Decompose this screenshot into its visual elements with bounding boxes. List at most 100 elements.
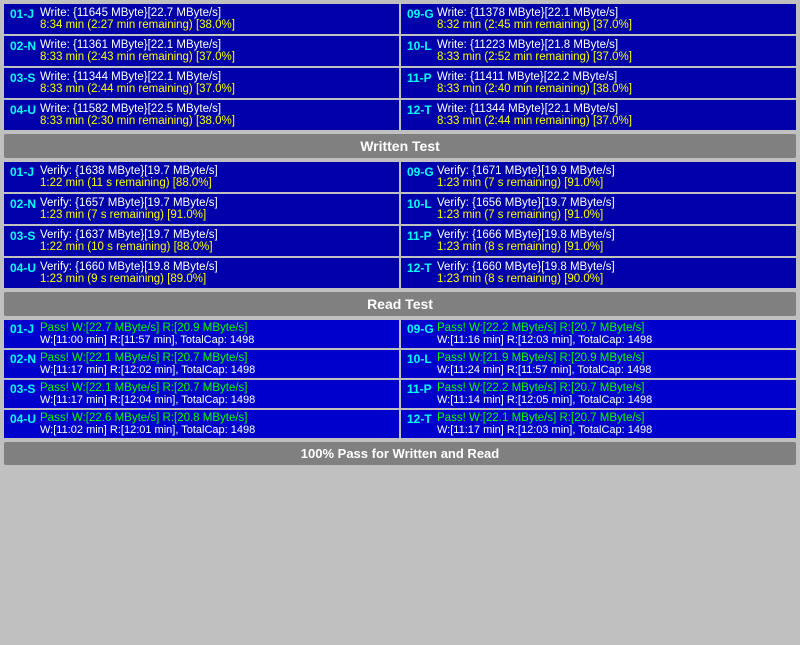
pass-line1-03S: Pass! W:[22.1 MByte/s] R:[20.7 MByte/s]	[40, 382, 393, 394]
write-section: 01-J Write: {11645 MByte}[22.7 MByte/s] …	[4, 4, 796, 130]
verify-id-11P: 11-P	[407, 229, 437, 243]
write-line2-09G: 8:32 min (2:45 min remaining) [37.0%]	[437, 19, 790, 31]
verify-line2-03S: 1:22 min (10 s remaining) [88.0%]	[40, 241, 393, 253]
cell-id-10L: 10-L	[407, 39, 437, 53]
write-line1-03S: Write: {11344 MByte}[22.1 MByte/s]	[40, 71, 393, 83]
footer-status: 100% Pass for Written and Read	[4, 442, 796, 465]
pass-line1-04U: Pass! W:[22.6 MByte/s] R:[20.8 MByte/s]	[40, 412, 393, 424]
verify-line1-03S: Verify: {1637 MByte}[19.7 MByte/s]	[40, 229, 393, 241]
pass-id-02N: 02-N	[10, 352, 40, 366]
verify-cell-12T: 12-T Verify: {1660 MByte}[19.8 MByte/s] …	[401, 258, 796, 288]
main-container: 01-J Write: {11645 MByte}[22.7 MByte/s] …	[0, 0, 800, 469]
pass-line2-12T: W:[11:17 min] R:[12:03 min], TotalCap: 1…	[437, 424, 790, 436]
pass-line2-10L: W:[11:24 min] R:[11:57 min], TotalCap: 1…	[437, 364, 790, 376]
write-line2-12T: 8:33 min (2:44 min remaining) [37.0%]	[437, 115, 790, 127]
pass-line2-11P: W:[11:14 min] R:[12:05 min], TotalCap: 1…	[437, 394, 790, 406]
write-line1-10L: Write: {11223 MByte}[21.8 MByte/s]	[437, 39, 790, 51]
verify-section: 01-J Verify: {1638 MByte}[19.7 MByte/s] …	[4, 162, 796, 288]
pass-line1-01J: Pass! W:[22.7 MByte/s] R:[20.9 MByte/s]	[40, 322, 393, 334]
verify-id-02N: 02-N	[10, 197, 40, 211]
pass-line2-02N: W:[11:17 min] R:[12:02 min], TotalCap: 1…	[40, 364, 393, 376]
pass-cell-03S: 03-S Pass! W:[22.1 MByte/s] R:[20.7 MByt…	[4, 380, 399, 408]
read-test-header: Read Test	[4, 292, 796, 316]
pass-line2-03S: W:[11:17 min] R:[12:04 min], TotalCap: 1…	[40, 394, 393, 406]
write-line1-04U: Write: {11582 MByte}[22.5 MByte/s]	[40, 103, 393, 115]
pass-line2-04U: W:[11:02 min] R:[12:01 min], TotalCap: 1…	[40, 424, 393, 436]
cell-id-03S: 03-S	[10, 71, 40, 85]
write-line2-04U: 8:33 min (2:30 min remaining) [38.0%]	[40, 115, 393, 127]
pass-line1-10L: Pass! W:[21.9 MByte/s] R:[20.9 MByte/s]	[437, 352, 790, 364]
pass-line1-09G: Pass! W:[22.2 MByte/s] R:[20.7 MByte/s]	[437, 322, 790, 334]
verify-line2-02N: 1:23 min (7 s remaining) [91.0%]	[40, 209, 393, 221]
write-line2-11P: 8:33 min (2:40 min remaining) [38.0%]	[437, 83, 790, 95]
pass-cell-01J: 01-J Pass! W:[22.7 MByte/s] R:[20.9 MByt…	[4, 320, 399, 348]
verify-cell-10L: 10-L Verify: {1656 MByte}[19.7 MByte/s] …	[401, 194, 796, 224]
pass-id-11P: 11-P	[407, 382, 437, 396]
write-cell-03S: 03-S Write: {11344 MByte}[22.1 MByte/s] …	[4, 68, 399, 98]
cell-id-11P: 11-P	[407, 71, 437, 85]
verify-line1-11P: Verify: {1666 MByte}[19.8 MByte/s]	[437, 229, 790, 241]
write-cell-10L: 10-L Write: {11223 MByte}[21.8 MByte/s] …	[401, 36, 796, 66]
write-line1-01J: Write: {11645 MByte}[22.7 MByte/s]	[40, 7, 393, 19]
verify-line1-04U: Verify: {1660 MByte}[19.8 MByte/s]	[40, 261, 393, 273]
pass-line1-12T: Pass! W:[22.1 MByte/s] R:[20.7 MByte/s]	[437, 412, 790, 424]
write-line2-10L: 8:33 min (2:52 min remaining) [37.0%]	[437, 51, 790, 63]
write-cell-01J: 01-J Write: {11645 MByte}[22.7 MByte/s] …	[4, 4, 399, 34]
read-section: 01-J Pass! W:[22.7 MByte/s] R:[20.9 MByt…	[4, 320, 796, 438]
pass-id-12T: 12-T	[407, 412, 437, 426]
verify-cell-09G: 09-G Verify: {1671 MByte}[19.9 MByte/s] …	[401, 162, 796, 192]
cell-id-09G: 09-G	[407, 7, 437, 21]
write-cell-04U: 04-U Write: {11582 MByte}[22.5 MByte/s] …	[4, 100, 399, 130]
pass-id-01J: 01-J	[10, 322, 40, 336]
verify-id-10L: 10-L	[407, 197, 437, 211]
cell-id-12T: 12-T	[407, 103, 437, 117]
pass-cell-04U: 04-U Pass! W:[22.6 MByte/s] R:[20.8 MByt…	[4, 410, 399, 438]
cell-id-01J: 01-J	[10, 7, 40, 21]
pass-line1-11P: Pass! W:[22.2 MByte/s] R:[20.7 MByte/s]	[437, 382, 790, 394]
verify-line1-10L: Verify: {1656 MByte}[19.7 MByte/s]	[437, 197, 790, 209]
pass-cell-10L: 10-L Pass! W:[21.9 MByte/s] R:[20.9 MByt…	[401, 350, 796, 378]
verify-line2-01J: 1:22 min (11 s remaining) [88.0%]	[40, 177, 393, 189]
verify-cell-04U: 04-U Verify: {1660 MByte}[19.8 MByte/s] …	[4, 258, 399, 288]
write-line1-11P: Write: {11411 MByte}[22.2 MByte/s]	[437, 71, 790, 83]
pass-cell-11P: 11-P Pass! W:[22.2 MByte/s] R:[20.7 MByt…	[401, 380, 796, 408]
write-cell-12T: 12-T Write: {11344 MByte}[22.1 MByte/s] …	[401, 100, 796, 130]
cell-id-02N: 02-N	[10, 39, 40, 53]
write-line2-03S: 8:33 min (2:44 min remaining) [37.0%]	[40, 83, 393, 95]
verify-line2-09G: 1:23 min (7 s remaining) [91.0%]	[437, 177, 790, 189]
write-line2-01J: 8:34 min (2:27 min remaining) [38.0%]	[40, 19, 393, 31]
write-line1-09G: Write: {11378 MByte}[22.1 MByte/s]	[437, 7, 790, 19]
write-cell-11P: 11-P Write: {11411 MByte}[22.2 MByte/s] …	[401, 68, 796, 98]
verify-line2-10L: 1:23 min (7 s remaining) [91.0%]	[437, 209, 790, 221]
pass-line2-09G: W:[11:16 min] R:[12:03 min], TotalCap: 1…	[437, 334, 790, 346]
verify-line2-12T: 1:23 min (8 s remaining) [90.0%]	[437, 273, 790, 285]
verify-cell-03S: 03-S Verify: {1637 MByte}[19.7 MByte/s] …	[4, 226, 399, 256]
write-cell-02N: 02-N Write: {11361 MByte}[22.1 MByte/s] …	[4, 36, 399, 66]
verify-line1-09G: Verify: {1671 MByte}[19.9 MByte/s]	[437, 165, 790, 177]
write-line1-02N: Write: {11361 MByte}[22.1 MByte/s]	[40, 39, 393, 51]
verify-line1-01J: Verify: {1638 MByte}[19.7 MByte/s]	[40, 165, 393, 177]
write-line2-02N: 8:33 min (2:43 min remaining) [37.0%]	[40, 51, 393, 63]
pass-id-09G: 09-G	[407, 322, 437, 336]
verify-line2-04U: 1:23 min (9 s remaining) [89.0%]	[40, 273, 393, 285]
verify-cell-11P: 11-P Verify: {1666 MByte}[19.8 MByte/s] …	[401, 226, 796, 256]
verify-id-12T: 12-T	[407, 261, 437, 275]
written-test-header: Written Test	[4, 134, 796, 158]
pass-line1-02N: Pass! W:[22.1 MByte/s] R:[20.7 MByte/s]	[40, 352, 393, 364]
verify-cell-02N: 02-N Verify: {1657 MByte}[19.7 MByte/s] …	[4, 194, 399, 224]
pass-id-03S: 03-S	[10, 382, 40, 396]
pass-id-10L: 10-L	[407, 352, 437, 366]
verify-id-01J: 01-J	[10, 165, 40, 179]
write-line1-12T: Write: {11344 MByte}[22.1 MByte/s]	[437, 103, 790, 115]
write-cell-09G: 09-G Write: {11378 MByte}[22.1 MByte/s] …	[401, 4, 796, 34]
pass-cell-02N: 02-N Pass! W:[22.1 MByte/s] R:[20.7 MByt…	[4, 350, 399, 378]
verify-id-03S: 03-S	[10, 229, 40, 243]
pass-cell-09G: 09-G Pass! W:[22.2 MByte/s] R:[20.7 MByt…	[401, 320, 796, 348]
pass-id-04U: 04-U	[10, 412, 40, 426]
verify-cell-01J: 01-J Verify: {1638 MByte}[19.7 MByte/s] …	[4, 162, 399, 192]
verify-line2-11P: 1:23 min (8 s remaining) [91.0%]	[437, 241, 790, 253]
cell-id-04U: 04-U	[10, 103, 40, 117]
verify-id-09G: 09-G	[407, 165, 437, 179]
verify-line1-02N: Verify: {1657 MByte}[19.7 MByte/s]	[40, 197, 393, 209]
verify-id-04U: 04-U	[10, 261, 40, 275]
